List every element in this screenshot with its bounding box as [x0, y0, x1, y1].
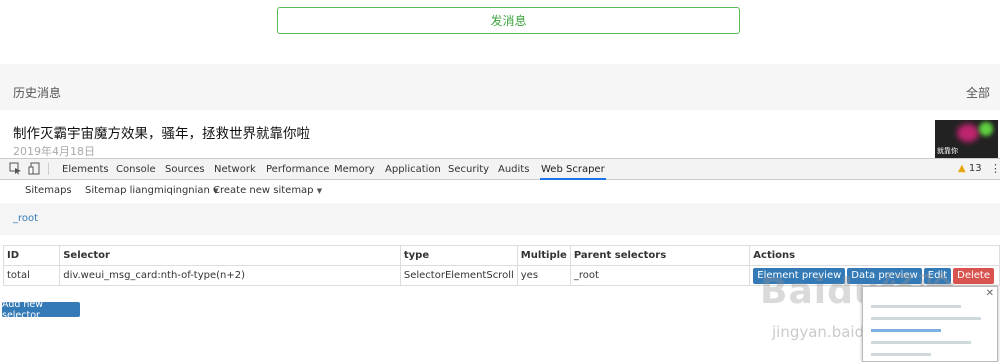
history-title: 历史消息	[13, 86, 62, 100]
thumbnail-glow-green	[979, 122, 993, 136]
send-card: 发消息	[0, 0, 1000, 64]
header-id: ID	[2, 245, 61, 266]
close-icon[interactable]: ✕	[986, 288, 994, 299]
add-new-selector-button[interactable]: Add new selector	[2, 299, 80, 321]
caret-down-icon: ▼	[316, 187, 323, 195]
scraper-nav: Sitemaps Sitemap liangmiqingnian ▼ Creat…	[0, 181, 1000, 203]
header-multiple: Multiple	[516, 245, 571, 266]
inspect-icon[interactable]	[8, 162, 22, 175]
breadcrumb	[0, 203, 1000, 235]
history-header	[0, 76, 1000, 108]
cell-selector: div.weui_msg_card:nth-of-type(n+2)	[59, 265, 401, 286]
nav-create-sitemap-dropdown[interactable]: Create new sitemap ▼	[213, 185, 322, 196]
send-message-button[interactable]: 发消息	[277, 7, 740, 34]
tab-security[interactable]: Security	[447, 159, 490, 180]
nav-sitemap-dropdown[interactable]: Sitemap liangmiqingnian ▼	[85, 185, 218, 196]
message-title[interactable]: 制作灭霸宇宙魔方效果，骚年，拯救世界就靠你啦	[13, 122, 310, 142]
tab-elements[interactable]: Elements	[61, 159, 110, 180]
webpage-area: 发消息 历史消息 全部 制作灭霸宇宙魔方效果，骚年，拯救世界就靠你啦 2019年…	[0, 0, 1000, 158]
header-parent: Parent selectors	[569, 245, 751, 266]
tab-sources[interactable]: Sources	[164, 159, 206, 180]
popup-line	[871, 341, 971, 344]
nav-sitemaps[interactable]: Sitemaps	[25, 185, 72, 196]
tab-memory[interactable]: Memory	[333, 159, 376, 180]
nav-sitemap-label: Sitemap liangmiqingnian	[85, 185, 210, 196]
popup-line	[871, 305, 961, 308]
history-all-link[interactable]: 全部	[966, 84, 990, 101]
tab-application[interactable]: Application	[384, 159, 442, 180]
thumbnail-glow	[957, 124, 979, 142]
warning-icon: ▲	[958, 163, 966, 174]
popup-line	[871, 329, 941, 332]
more-vertical-icon[interactable]: ⋮	[990, 162, 1000, 175]
cell-id: total	[2, 265, 61, 286]
delete-button[interactable]: Delete	[953, 267, 994, 284]
message-thumbnail[interactable]: 就靠你	[935, 120, 998, 158]
tab-web-scraper[interactable]: Web Scraper	[540, 159, 606, 180]
thumbnail-caption: 就靠你	[937, 147, 958, 155]
preview-popup: ✕	[862, 286, 998, 362]
popup-line	[871, 317, 981, 320]
tab-performance[interactable]: Performance	[265, 159, 330, 180]
tab-audits[interactable]: Audits	[497, 159, 530, 180]
tab-console[interactable]: Console	[115, 159, 157, 180]
toolbar-divider	[48, 163, 49, 175]
popup-line	[871, 353, 931, 356]
warning-counter[interactable]: ▲ 13	[958, 163, 982, 174]
nav-create-label: Create new sitemap	[213, 185, 314, 196]
cell-parent: _root	[569, 265, 751, 286]
tab-network[interactable]: Network	[213, 159, 257, 180]
devtools-tab-bar: Elements Console Sources Network Perform…	[0, 159, 1000, 180]
breadcrumb-root[interactable]: _root	[13, 213, 38, 224]
warning-count: 13	[968, 163, 982, 174]
device-toggle-icon[interactable]	[27, 162, 41, 175]
header-selector: Selector	[59, 245, 401, 266]
header-type: type	[399, 245, 518, 266]
cell-multiple: yes	[516, 265, 571, 286]
message-date: 2019年4月18日	[13, 145, 95, 158]
cell-type: SelectorElementScroll	[399, 265, 518, 286]
